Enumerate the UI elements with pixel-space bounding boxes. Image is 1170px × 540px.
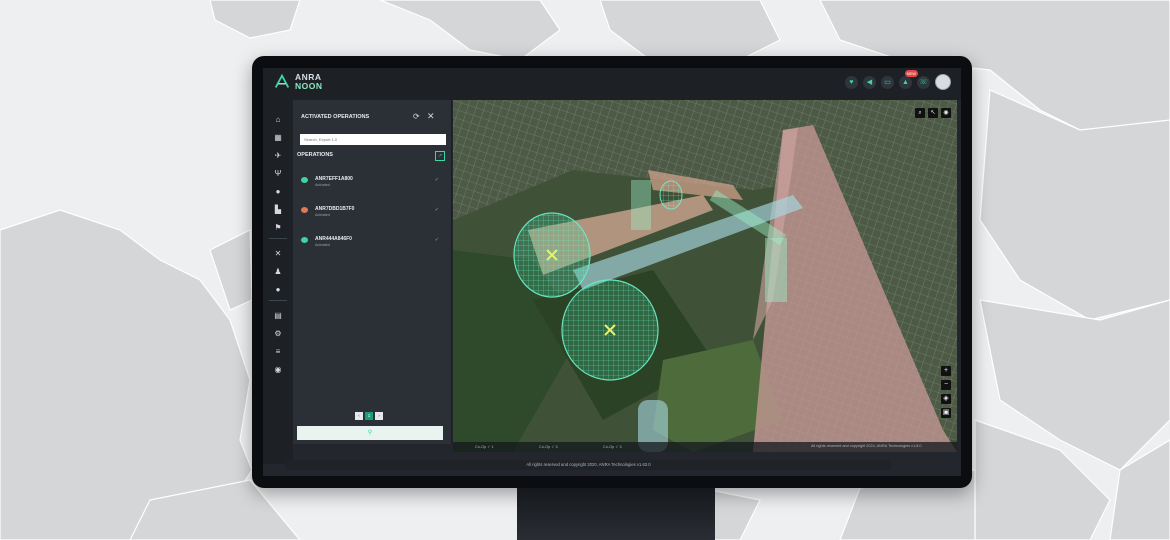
drone-icon [301, 237, 308, 243]
search-icon[interactable]: ⌕ [915, 108, 925, 118]
prev-page-button[interactable]: ‹ [355, 412, 363, 420]
page-footer: All rights reserved and copyright 2020, … [286, 460, 891, 470]
drone-icon [301, 177, 308, 183]
settings-icon[interactable]: ⚙ [271, 328, 285, 340]
map-copyright: All rights reserved and copyright 2024, … [811, 444, 922, 448]
plane-icon[interactable]: ✈ [271, 150, 285, 162]
monitor-stand [517, 488, 715, 540]
activated-operations-panel: ACTIVATED OPERATIONS ⟳ ✕ OPERATIONS ↗ AN… [293, 100, 452, 444]
layers-icon[interactable]: ◉ [941, 108, 951, 118]
compass-icon[interactable]: ◈ [941, 394, 951, 404]
home-icon[interactable]: ⌂ [271, 114, 285, 126]
nav-divider [269, 300, 287, 301]
navigation-icon[interactable]: ↖ [928, 108, 938, 118]
drone-icon [301, 207, 308, 213]
check-icon: ✓ [434, 237, 439, 243]
launch-button[interactable]: ⚲ [297, 426, 443, 440]
notification-badge: NEW [904, 69, 918, 77]
list-item[interactable]: ANR7DBD1B7F0 Activated ✓ [299, 206, 445, 220]
status-item: Co-Op ✓ 3 [603, 445, 622, 449]
anra-logo-icon [274, 73, 290, 88]
next-page-button[interactable]: › [375, 412, 383, 420]
location-pin-icon[interactable]: ◉ [271, 364, 285, 376]
bell-icon[interactable]: ▲ NEW [899, 69, 918, 89]
map-status-bar: Co-Op ✓ 1 Co-Op ✓ 3 Co-Op ✓ 3 All rights… [453, 442, 957, 452]
map-3d-view[interactable]: ⌕ ↖ ◉ + − ◈ ▣ Co-Op ✓ 1 Co-Op ✓ 3 Co-Op … [453, 100, 957, 452]
list-icon[interactable]: ≡ [271, 346, 285, 358]
refresh-icon[interactable]: ⟳ [413, 112, 420, 121]
app-logo[interactable]: ANRA NOON [273, 73, 323, 91]
page-button[interactable]: 1 [365, 412, 373, 420]
operation-status: Activated [315, 183, 330, 187]
operation-status: Activated [315, 243, 330, 247]
zoom-in-button[interactable]: + [941, 366, 951, 376]
building-icon[interactable]: ▙ [271, 204, 285, 216]
map-zoom-controls: + − ◈ ▣ [941, 366, 951, 418]
operation-id: ANR444A846F0 [315, 236, 352, 242]
check-icon: ✓ [434, 177, 439, 183]
nav-divider [269, 238, 287, 239]
circle-icon[interactable]: ● [271, 186, 285, 198]
phone-icon[interactable]: ☏ [917, 75, 930, 89]
logo-line2: NOON [295, 81, 323, 91]
map-toolbar: ⌕ ↖ ◉ [915, 108, 951, 118]
pagination: ‹ 1 › [355, 412, 383, 420]
avatar[interactable] [935, 74, 951, 90]
check-icon: ✓ [434, 207, 439, 213]
list-item[interactable]: ANR7EFF1A800 Activated ✓ [299, 176, 445, 190]
status-item: Co-Op ✓ 3 [539, 445, 558, 449]
layers-button[interactable]: ▣ [941, 408, 951, 418]
chat-icon[interactable]: ▭ [881, 75, 894, 89]
side-nav: ⌂ ▦ ✈ Ψ ● ▙ ⚑ ✕ ♟ ● ▤ ⚙ ≡ ◉ [263, 100, 293, 464]
megaphone-icon[interactable]: ◀ [863, 75, 876, 89]
operation-id: ANR7EFF1A800 [315, 176, 353, 182]
list-item[interactable]: ANR444A846F0 Activated ✓ [299, 236, 445, 250]
export-icon[interactable]: ↗ [435, 151, 445, 161]
app-screen: ANRA NOON ♥ ◀ ▭ ▲ NEW ☏ ⌂ ▦ ✈ Ψ ● ▙ ⚑ ✕ ♟… [263, 68, 961, 476]
search-input[interactable] [300, 134, 446, 145]
info-icon[interactable]: ● [271, 284, 285, 296]
person-icon[interactable]: ♟ [271, 266, 285, 278]
zoom-out-button[interactable]: − [941, 380, 951, 390]
tools-icon[interactable]: ✕ [271, 248, 285, 260]
drone-icon: ⚲ [367, 430, 373, 436]
status-item: Co-Op ✓ 1 [475, 445, 494, 449]
shield-icon[interactable]: ♥ [845, 75, 858, 89]
flag-icon[interactable]: ⚑ [271, 222, 285, 234]
close-icon[interactable]: ✕ [427, 111, 435, 122]
header-icons: ♥ ◀ ▭ ▲ NEW ☏ [845, 69, 951, 90]
top-bar: ANRA NOON ♥ ◀ ▭ ▲ NEW ☏ [263, 68, 961, 100]
operations-title: OPERATIONS [297, 152, 333, 158]
panel-title: ACTIVATED OPERATIONS [301, 114, 370, 120]
operation-id: ANR7DBD1B7F0 [315, 206, 355, 212]
map-canvas [453, 100, 957, 452]
antenna-icon[interactable]: Ψ [271, 168, 285, 180]
operation-status: Activated [315, 213, 330, 217]
document-icon[interactable]: ▤ [271, 310, 285, 322]
grid-icon[interactable]: ▦ [271, 132, 285, 144]
